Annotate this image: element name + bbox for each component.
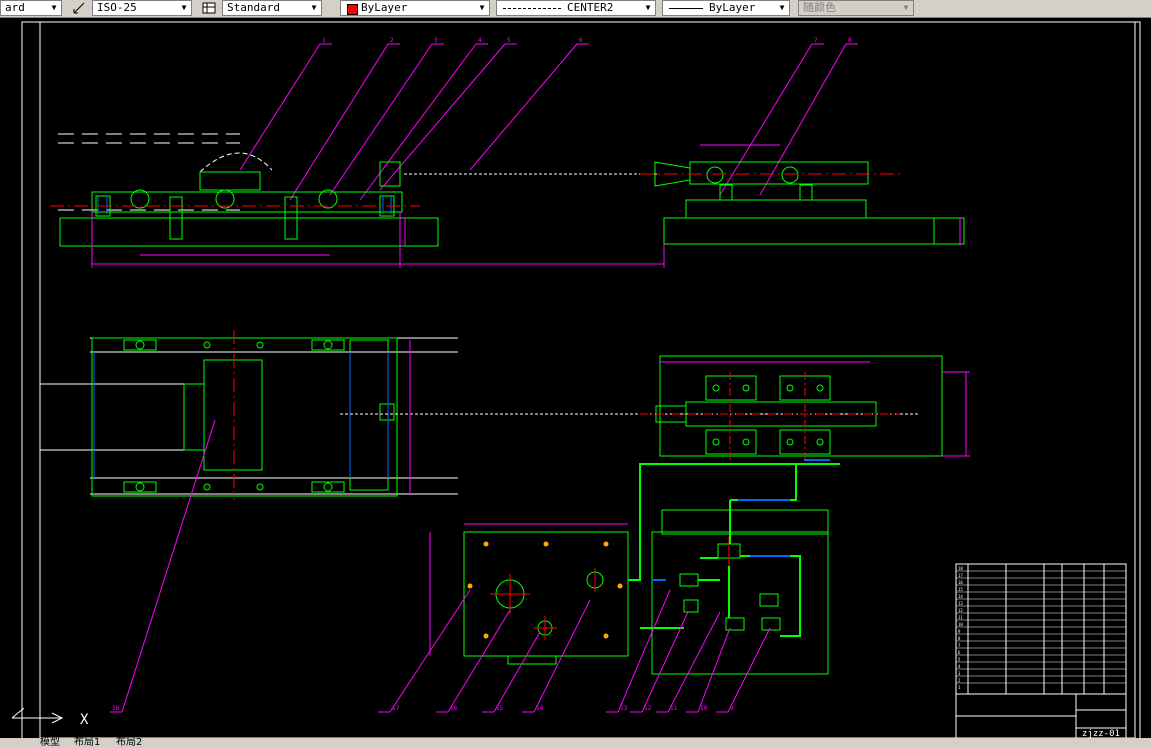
balloon-label: 16 — [450, 705, 458, 712]
balloon-label: 11 — [670, 705, 678, 712]
linetype-control-combo[interactable]: CENTER2 ▼ — [496, 0, 656, 16]
tab-layout1[interactable]: 布局1 — [74, 738, 100, 748]
balloon-label: 10 — [700, 705, 708, 712]
balloon-label: 2 — [390, 37, 394, 44]
plot-style-combo: 随颜色 ▼ — [798, 0, 914, 16]
chevron-down-icon[interactable]: ▼ — [475, 1, 489, 15]
color-swatch-icon — [347, 4, 358, 15]
lineweight-value: ByLayer — [709, 1, 756, 14]
balloon-label: 15 — [496, 705, 504, 712]
row-number: 11 — [958, 615, 963, 620]
row-number: 6 — [958, 650, 961, 655]
drawing-canvas[interactable]: 1 2 3 4 5 6 7 8 9 10 11 12 13 14 15 16 1… — [0, 17, 1151, 748]
row-number: 17 — [958, 573, 963, 578]
tab-layout2[interactable]: 布局2 — [116, 738, 142, 748]
drawing-frame — [21, 21, 1141, 745]
balloon-label: 1 — [322, 37, 326, 44]
plot-style-value: 随颜色 — [803, 1, 836, 14]
row-number: 18 — [958, 566, 963, 571]
dimension-style-icon[interactable] — [72, 1, 86, 15]
layout-tabs: 模型 布局1 布局2 — [0, 738, 1151, 748]
color-value: ByLayer — [361, 1, 408, 14]
row-number: 4 — [958, 664, 961, 669]
row-number: 3 — [958, 671, 961, 676]
lineweight-preview-icon — [669, 8, 703, 9]
dimension-style-combo[interactable]: ISO-25 ▼ — [92, 0, 192, 16]
row-number: 15 — [958, 587, 963, 592]
chevron-down-icon[interactable]: ▼ — [177, 1, 191, 15]
row-number: 7 — [958, 643, 961, 648]
balloon-label: 6 — [579, 37, 583, 44]
text-style-value: ard — [5, 1, 25, 14]
balloon-label: 8 — [848, 37, 852, 44]
chevron-down-icon[interactable]: ▼ — [641, 1, 655, 15]
leader-lines-top — [239, 43, 858, 201]
balloon-label: 13 — [620, 705, 628, 712]
balloon-label: 14 — [536, 705, 544, 712]
balloon-label: 3 — [434, 37, 438, 44]
balloon-label: 9 — [730, 705, 734, 712]
chevron-down-icon[interactable]: ▼ — [47, 1, 61, 15]
balloon-label: 7 — [814, 37, 818, 44]
dimension-style-value: ISO-25 — [97, 1, 137, 14]
row-number: 8 — [958, 636, 961, 641]
table-style-icon[interactable] — [202, 1, 216, 15]
balloon-label: 12 — [644, 705, 652, 712]
properties-toolbar: ard ▼ ISO-25 ▼ Standard ▼ ByLayer ▼ CENT… — [0, 0, 1151, 18]
chevron-down-icon[interactable]: ▼ — [307, 1, 321, 15]
table-style-value: Standard — [227, 1, 280, 14]
ucs-x-label: X — [80, 712, 89, 728]
balloon-label: 18 — [112, 705, 120, 712]
table-style-combo[interactable]: Standard ▼ — [222, 0, 322, 16]
parts-list-numbers: 18 17 16 15 14 13 12 11 10 9 8 7 6 5 4 3… — [958, 566, 963, 690]
chevron-down-icon[interactable]: ▼ — [775, 1, 789, 15]
balloon-labels-bottom: 9 10 11 12 13 14 15 16 17 18 — [112, 705, 734, 712]
balloon-label: 4 — [478, 37, 482, 44]
lineweight-control-combo[interactable]: ByLayer ▼ — [662, 0, 790, 16]
row-number: 2 — [958, 678, 961, 683]
balloon-label: 17 — [392, 705, 400, 712]
parts-list-table — [955, 563, 1127, 739]
row-number: 12 — [958, 608, 963, 613]
text-style-combo[interactable]: ard ▼ — [0, 0, 62, 16]
color-control-combo[interactable]: ByLayer ▼ — [340, 0, 490, 16]
row-number: 14 — [958, 594, 963, 599]
ucs-icon — [11, 707, 64, 724]
row-number: 1 — [958, 685, 961, 690]
linetype-value: CENTER2 — [567, 1, 614, 14]
row-number: 9 — [958, 629, 961, 634]
hydraulic-station — [429, 459, 840, 675]
chevron-down-icon: ▼ — [903, 3, 909, 12]
row-number: 16 — [958, 580, 963, 585]
row-number: 13 — [958, 601, 963, 606]
parts-list-rows — [956, 570, 1126, 684]
linetype-preview-icon — [503, 8, 561, 9]
plan-view — [40, 330, 970, 500]
tab-model[interactable]: 模型 — [40, 738, 60, 748]
balloon-labels-top: 1 2 3 4 5 6 7 8 — [322, 37, 852, 44]
row-number: 10 — [958, 622, 963, 627]
balloon-label: 5 — [507, 37, 511, 44]
elevation-view — [50, 133, 965, 268]
row-number: 5 — [958, 657, 961, 662]
